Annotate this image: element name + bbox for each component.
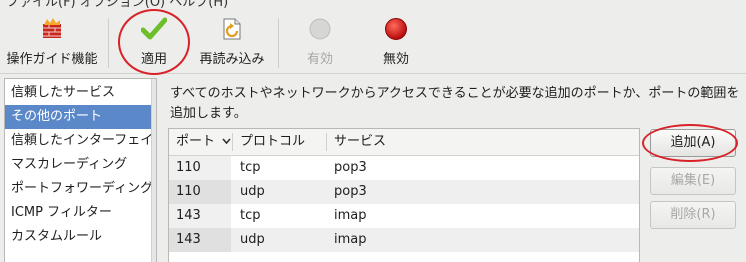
toolbar-separator xyxy=(108,18,109,68)
enable-button[interactable]: 有効 xyxy=(294,16,346,72)
sidebar-item-masquerading[interactable]: マスカレーディング xyxy=(5,153,153,177)
sidebar-item-port-forwarding[interactable]: ポートフォワーディング xyxy=(5,177,153,201)
firewall-wizard-icon xyxy=(41,16,63,42)
sidebar-item-icmp-filter[interactable]: ICMP フィルター xyxy=(5,201,153,225)
sidebar-item-trusted-interfaces[interactable]: 信頼したインターフェイス xyxy=(5,129,156,153)
toolbar-wizard-button[interactable]: 操作ガイド機能 xyxy=(4,16,100,72)
cell-protocol: tcp xyxy=(240,160,261,175)
cell-port: 110 xyxy=(169,180,231,204)
column-header-service[interactable]: サービス xyxy=(327,129,627,155)
column-header-protocol-label: プロトコル xyxy=(240,134,306,149)
checkmark-icon xyxy=(141,16,167,42)
disable-button[interactable]: 無効 xyxy=(370,16,422,72)
table-row[interactable]: 143 tcp imap xyxy=(169,204,639,228)
column-header-protocol[interactable]: プロトコル xyxy=(233,129,325,155)
disable-red-circle-icon xyxy=(384,16,408,42)
cell-port: 143 xyxy=(169,228,231,252)
cell-protocol: udp xyxy=(240,184,265,199)
add-button[interactable]: 追加(A) xyxy=(650,129,736,157)
enable-label: 有効 xyxy=(306,52,333,67)
sidebar-item-label: 信頼したサービス xyxy=(11,85,116,100)
reload-label: 再読み込み xyxy=(199,52,265,67)
enable-circle-icon xyxy=(308,16,332,42)
table-row[interactable]: 110 tcp pop3 xyxy=(169,156,639,180)
cell-port: 110 xyxy=(169,156,231,180)
edit-button[interactable]: 編集(E) xyxy=(650,167,736,195)
sidebar-scrollbar[interactable] xyxy=(151,79,156,262)
column-header-port-label: ポート xyxy=(176,134,216,149)
table-row[interactable]: 143 udp imap xyxy=(169,228,639,252)
ports-table: ポート プロトコル サービス 110 tcp pop3 110 udp pop3 xyxy=(168,128,640,262)
table-row[interactable]: 110 udp pop3 xyxy=(169,180,639,204)
cell-service: pop3 xyxy=(334,160,367,175)
cell-protocol: tcp xyxy=(240,208,261,223)
sidebar-item-custom-rules[interactable]: カスタムルール xyxy=(5,225,153,249)
menubar: ファイル(F) オプション(O) ヘルプ(H) xyxy=(0,0,746,8)
sidebar-item-other-ports[interactable]: その他のポート xyxy=(5,105,153,129)
column-header-service-label: サービス xyxy=(334,134,387,149)
panel-description: すべてのホストやネットワークからアクセスできることが必要な追加のポートか、ポート… xyxy=(170,86,740,121)
cell-service: pop3 xyxy=(334,184,367,199)
toolbar: 操作ガイド機能 適用 再読み込み 有効 無効 xyxy=(0,8,746,74)
reload-icon xyxy=(221,16,243,42)
sidebar-item-label: ポートフォワーディング xyxy=(11,181,154,196)
table-header: ポート プロトコル サービス xyxy=(169,129,639,156)
cell-port: 143 xyxy=(169,204,231,228)
column-header-port[interactable]: ポート xyxy=(169,129,231,155)
apply-button[interactable]: 適用 xyxy=(124,16,184,72)
sidebar-item-label: カスタムルール xyxy=(11,229,103,244)
chevron-down-icon xyxy=(222,138,231,145)
cell-service: imap xyxy=(334,208,367,223)
reload-button[interactable]: 再読み込み xyxy=(196,16,268,72)
sidebar-item-trusted-services[interactable]: 信頼したサービス xyxy=(5,81,153,105)
cell-service: imap xyxy=(334,232,367,247)
sidebar: 信頼したサービス その他のポート 信頼したインターフェイス マスカレーディング … xyxy=(4,78,157,262)
sidebar-item-label: その他のポート xyxy=(11,109,103,124)
sidebar-item-label: マスカレーディング xyxy=(11,157,128,172)
toolbar-separator xyxy=(278,18,279,68)
other-ports-panel: すべてのホストやネットワークからアクセスできることが必要な追加のポートか、ポート… xyxy=(162,78,746,262)
delete-button[interactable]: 削除(R) xyxy=(650,201,736,229)
menubar-text[interactable]: ファイル(F) オプション(O) ヘルプ(H) xyxy=(6,0,228,8)
sidebar-item-label: 信頼したインターフェイス xyxy=(11,133,157,148)
cell-protocol: udp xyxy=(240,232,265,247)
apply-label: 適用 xyxy=(140,52,167,67)
disable-label: 無効 xyxy=(382,52,409,67)
toolbar-wizard-label: 操作ガイド機能 xyxy=(6,52,98,67)
sidebar-item-label: ICMP フィルター xyxy=(11,205,112,220)
